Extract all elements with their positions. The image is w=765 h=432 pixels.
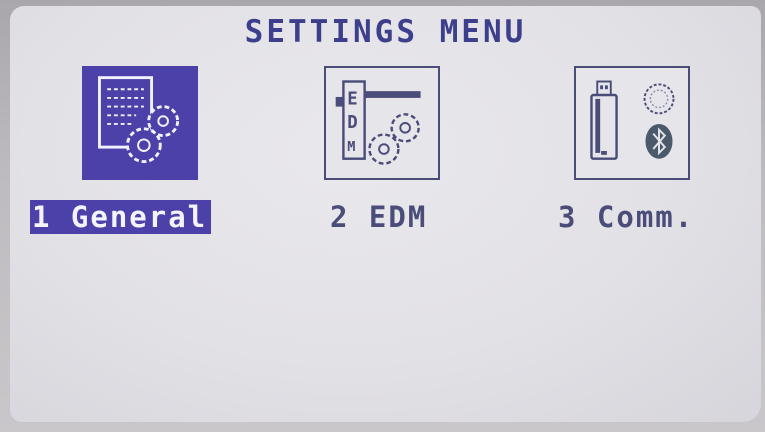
document-gears-icon xyxy=(98,76,180,164)
menu-item-label: 3 Comm. xyxy=(558,200,695,234)
svg-text:D: D xyxy=(347,113,357,133)
menu-item-comm[interactable]: 3 Comm. xyxy=(540,66,740,241)
svg-text:E: E xyxy=(347,90,357,110)
lcd-screen: SETTINGS MENU 1 General E D M 2 EDM 3 Co… xyxy=(10,6,761,422)
communication-icon[interactable] xyxy=(574,66,690,180)
menu-item-label: 2 EDM xyxy=(330,200,428,234)
general-settings-icon[interactable] xyxy=(82,66,198,180)
menu-item-label: 1 General xyxy=(30,200,212,234)
page-title: SETTINGS MENU xyxy=(244,14,527,50)
menu-item-edm[interactable]: E D M 2 EDM xyxy=(290,66,490,241)
usb-bluetooth-icon xyxy=(590,80,675,160)
edm-gears-icon: E D M xyxy=(335,80,421,165)
edm-settings-icon[interactable]: E D M xyxy=(324,66,440,180)
menu-item-general[interactable]: 1 General xyxy=(30,66,230,241)
device-bezel: SETTINGS MENU 1 General E D M 2 EDM 3 Co… xyxy=(0,0,765,432)
svg-text:M: M xyxy=(347,139,355,155)
